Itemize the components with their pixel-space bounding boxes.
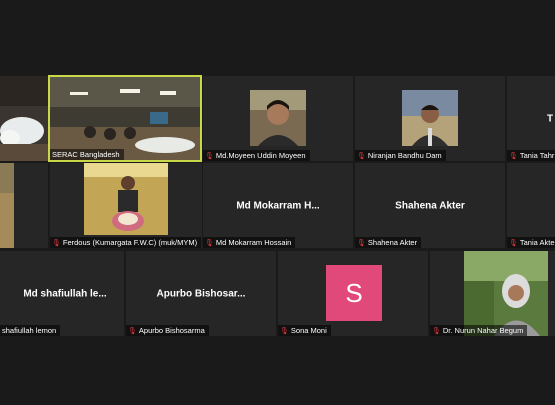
- conference-room-image: [0, 76, 48, 161]
- participant-title: Md Mokarram H...: [236, 200, 320, 211]
- participant-nameplate: 🎙 Md.Moyeen Uddin Moyeen: [203, 150, 310, 161]
- muted-mic-icon: 🎙: [205, 239, 214, 247]
- video-tile-mokarram[interactable]: Md Mokarram H... 🎙 Md Mokarram Hossain: [203, 163, 353, 248]
- participant-nameplate: SERAC Bangladesh: [50, 149, 124, 160]
- participant-nameplate: 🎙 Sona Moni: [278, 325, 331, 336]
- video-tile-shahena[interactable]: Shahena Akter 🎙 Shahena Akter: [355, 163, 505, 248]
- participant-nameplate: shafiullah lemon: [0, 325, 61, 336]
- participant-photo: [464, 251, 548, 336]
- muted-mic-icon: 🎙: [357, 152, 366, 160]
- video-tile-tania-tahr[interactable]: T 🎙 Tania Tahr: [507, 76, 555, 161]
- participant-title: Apurbo Bishosar...: [156, 288, 246, 299]
- participant-nameplate: 🎙 Ferdous (Kumargata F.W.C) (muk/MYM): [50, 237, 202, 248]
- video-tile-partial-left[interactable]: [0, 76, 48, 161]
- participant-nameplate: 🎙 Dr. Nurun Nahar Begum: [430, 325, 528, 336]
- participant-photo: [84, 163, 168, 235]
- muted-mic-icon: 🎙: [432, 327, 441, 335]
- participant-title: Shahena Akter: [395, 200, 465, 211]
- video-tile-tania-akte[interactable]: 🎙 Tania Akte: [507, 163, 555, 248]
- video-tile-sona-moni[interactable]: S 🎙 Sona Moni: [278, 251, 428, 336]
- participant-photo: [402, 90, 458, 146]
- video-tile-ferdous[interactable]: 🎙 Ferdous (Kumargata F.W.C) (muk/MYM): [50, 163, 202, 248]
- participant-nameplate: 🎙 Shahena Akter: [355, 237, 422, 248]
- participant-name: Apurbo Bishosarma: [138, 326, 205, 335]
- participant-nameplate: 🎙 Tania Akte: [507, 237, 555, 248]
- meeting-hall-image: [50, 77, 200, 160]
- muted-mic-icon: 🎙: [128, 327, 137, 335]
- avatar: S: [326, 265, 382, 321]
- participant-nameplate: 🎙 Apurbo Bishosarma: [126, 325, 209, 336]
- muted-mic-icon: 🎙: [509, 239, 518, 247]
- video-tile-niranjan[interactable]: 🎙 Niranjan Bandhu Dam: [355, 76, 505, 161]
- outdoor-image: [0, 163, 14, 248]
- participant-photo: [250, 90, 306, 146]
- video-tile-moyeen[interactable]: 🎙 Md.Moyeen Uddin Moyeen: [203, 76, 353, 161]
- participant-name: Ferdous (Kumargata F.W.C) (muk/MYM): [62, 238, 198, 247]
- muted-mic-icon: 🎙: [52, 239, 61, 247]
- participant-name: Sona Moni: [290, 326, 327, 335]
- muted-mic-icon: 🎙: [280, 327, 289, 335]
- participant-nameplate: 🎙 Md Mokarram Hossain: [203, 237, 296, 248]
- participant-title: Md shafiullah le...: [23, 288, 107, 299]
- video-tile-serac-bangladesh[interactable]: SERAC Bangladesh: [48, 75, 202, 162]
- participant-nameplate: 🎙 Tania Tahr: [507, 150, 555, 161]
- participant-name: shafiullah lemon: [2, 326, 57, 335]
- participant-name: Shahena Akter: [367, 238, 418, 247]
- participant-name: Niranjan Bandhu Dam: [367, 151, 442, 160]
- muted-mic-icon: 🎙: [509, 152, 518, 160]
- video-tile-shafiullah[interactable]: Md shafiullah le... shafiullah lemon: [0, 251, 124, 336]
- video-tile-nurun-nahar[interactable]: 🎙 Dr. Nurun Nahar Begum: [430, 251, 555, 336]
- participant-nameplate: 🎙 Niranjan Bandhu Dam: [355, 150, 446, 161]
- muted-mic-icon: 🎙: [205, 152, 214, 160]
- participant-name: Md.Moyeen Uddin Moyeen: [215, 151, 306, 160]
- participant-title: T: [547, 113, 554, 124]
- participant-name: Dr. Nurun Nahar Begum: [442, 326, 524, 335]
- muted-mic-icon: 🎙: [357, 239, 366, 247]
- video-tile-apurbo[interactable]: Apurbo Bishosar... 🎙 Apurbo Bishosarma: [126, 251, 276, 336]
- participant-name: Tania Tahr: [519, 151, 555, 160]
- participant-name: Md Mokarram Hossain: [215, 238, 292, 247]
- video-tile-partial-left-2[interactable]: [0, 163, 48, 248]
- participant-name: Tania Akte: [519, 238, 555, 247]
- participant-name: SERAC Bangladesh: [52, 150, 120, 159]
